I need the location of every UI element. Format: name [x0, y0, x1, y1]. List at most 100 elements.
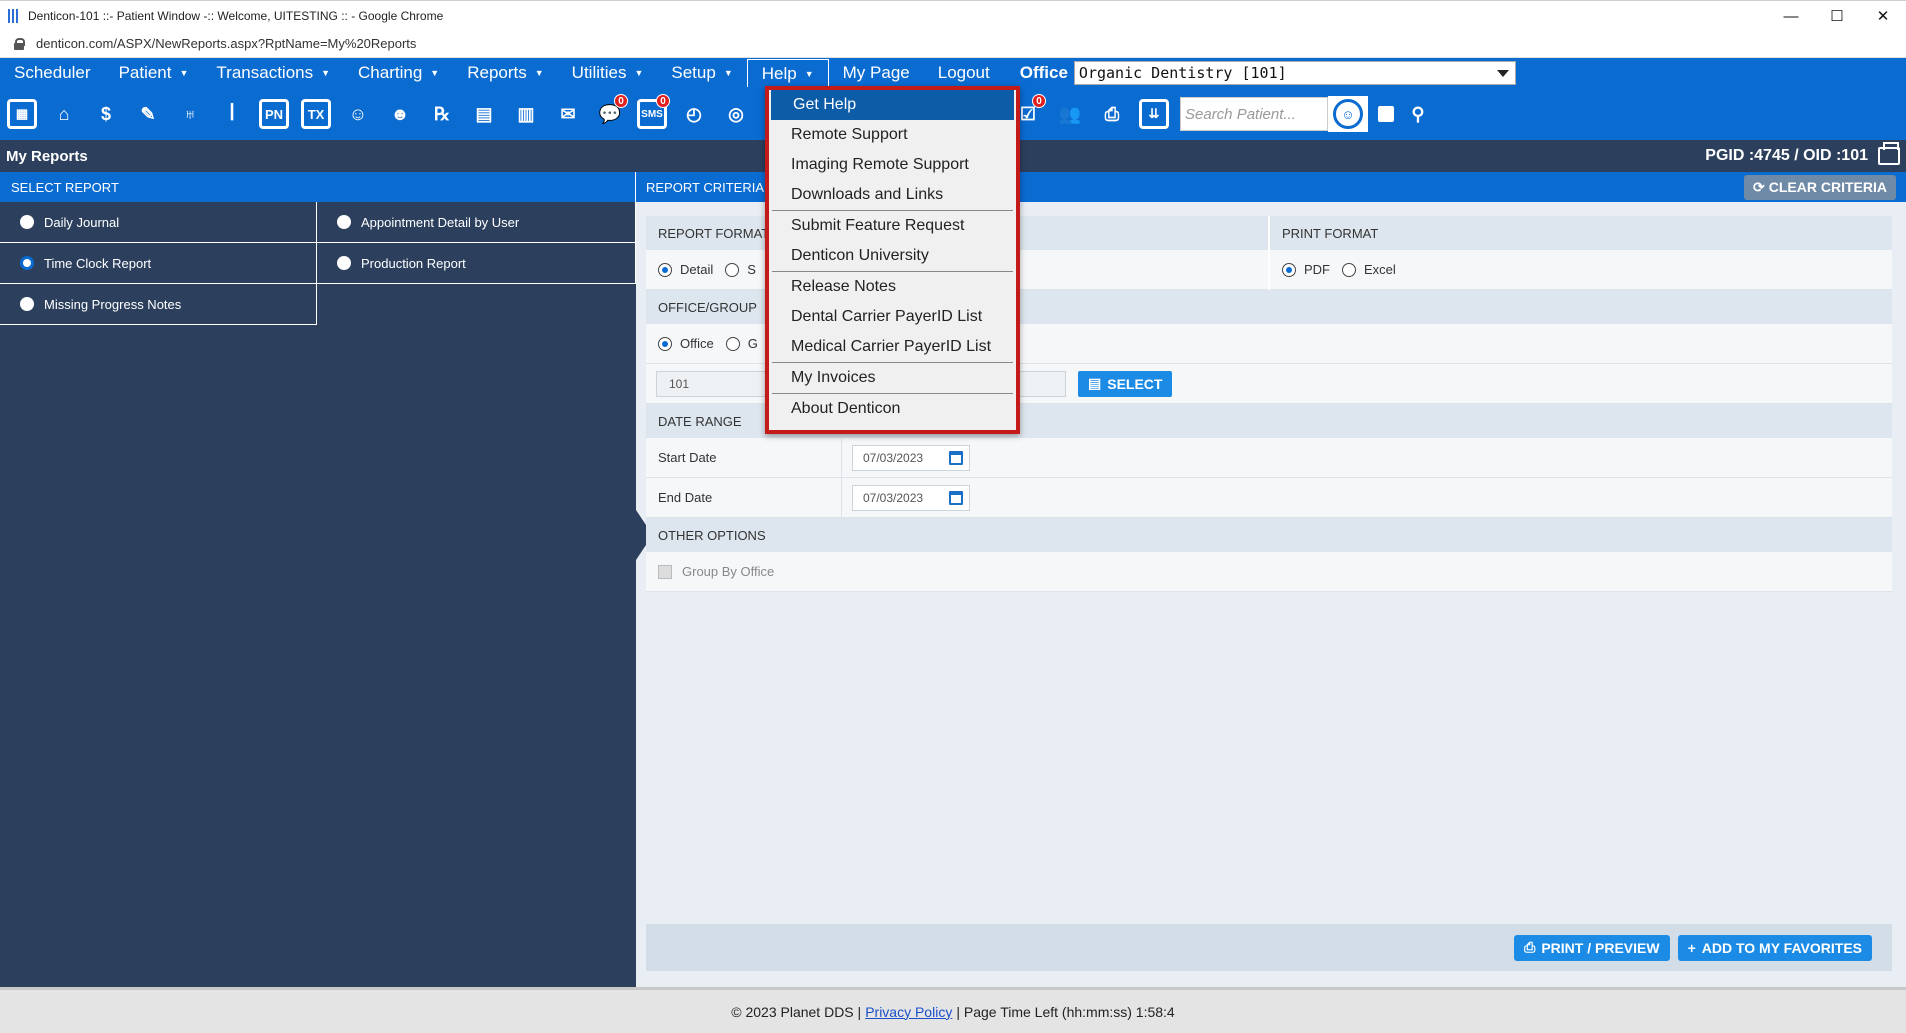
menu-item-medical-payer-list[interactable]: Medical Carrier PayerID List — [769, 332, 1016, 362]
other-options-header: OTHER OPTIONS — [646, 518, 1892, 552]
search-checkbox[interactable] — [1378, 106, 1394, 122]
menu-item-release-notes[interactable]: Release Notes — [769, 272, 1016, 302]
globe-icon[interactable]: ◎ — [718, 94, 754, 134]
radio-icon[interactable] — [1342, 262, 1356, 277]
menu-item-my-invoices[interactable]: My Invoices — [769, 363, 1016, 393]
sms-icon[interactable]: SMS 0 — [634, 94, 670, 134]
report-option-daily-journal[interactable]: Daily Journal — [0, 202, 317, 243]
report-option-time-clock[interactable]: Time Clock Report — [0, 243, 317, 284]
nav-logout[interactable]: Logout — [924, 58, 1004, 88]
select-button[interactable]: ▤ SELECT — [1078, 370, 1173, 397]
url-text[interactable]: denticon.com/ASPX/NewReports.aspx?RptNam… — [36, 36, 416, 51]
menu-item-downloads-links[interactable]: Downloads and Links — [769, 180, 1016, 210]
edit-icon[interactable]: ✎ — [130, 94, 166, 134]
print-excel-option[interactable]: Excel — [1342, 262, 1396, 277]
chat-icon[interactable]: 💬 0 — [592, 94, 628, 134]
calendar-icon[interactable] — [949, 450, 963, 465]
progress-notes-icon[interactable]: PN — [256, 94, 292, 134]
radio-checked-icon[interactable] — [1282, 262, 1296, 277]
radio-icon[interactable] — [725, 262, 740, 277]
group-option[interactable]: G — [725, 336, 758, 351]
nav-scheduler[interactable]: Scheduler — [0, 58, 105, 88]
page-title: My Reports — [6, 147, 88, 165]
nav-label: Transactions — [216, 63, 314, 82]
menu-item-denticon-university[interactable]: Denticon University — [769, 241, 1016, 271]
office-select[interactable]: Organic Dentistry [101] — [1073, 61, 1516, 85]
format-summary-option[interactable]: S — [725, 262, 756, 277]
format-detail-option[interactable]: Detail — [658, 262, 713, 277]
radio-checked-icon[interactable] — [658, 336, 672, 351]
menu-item-remote-support[interactable]: Remote Support — [769, 120, 1016, 150]
print-preview-button[interactable]: ⎙ PRINT / PREVIEW — [1514, 934, 1670, 961]
clear-criteria-button[interactable]: ⟳ CLEAR CRITERIA — [1744, 174, 1896, 200]
menu-item-get-help[interactable]: Get Help — [771, 90, 1014, 120]
notes-icon[interactable]: ▤ — [466, 94, 502, 134]
print-pdf-option[interactable]: PDF — [1282, 262, 1330, 277]
office-option-label: Office — [680, 336, 714, 351]
nav-help[interactable]: Help ▼ — [746, 59, 829, 87]
select-label: SELECT — [1107, 375, 1163, 392]
print-icon[interactable] — [1878, 142, 1900, 165]
radio-checked-icon[interactable] — [20, 256, 34, 270]
calendar-icon[interactable]: ▦ — [4, 94, 40, 134]
perio-icon[interactable]: ꟾ — [214, 94, 250, 134]
group-search-icon[interactable]: ⚲ — [1400, 94, 1436, 134]
office-label: Office — [1019, 63, 1068, 82]
add-patient-icon[interactable]: ☺ — [340, 94, 376, 134]
search-patient-input[interactable]: Search Patient... — [1180, 97, 1328, 131]
minimize-button[interactable]: — — [1768, 1, 1814, 31]
users-icon[interactable]: 👥 — [1052, 94, 1088, 134]
end-date-input[interactable]: 07/03/2023 — [852, 484, 970, 511]
radio-icon[interactable] — [337, 256, 351, 270]
menu-item-submit-feature[interactable]: Submit Feature Request — [769, 211, 1016, 241]
sms-badge: 0 — [656, 94, 670, 108]
clock-icon[interactable]: ◴ — [676, 94, 712, 134]
start-date-input[interactable]: 07/03/2023 — [852, 444, 970, 471]
calendar-icon[interactable] — [949, 490, 963, 505]
caret-down-icon: ▼ — [179, 68, 189, 78]
privacy-policy-link[interactable]: Privacy Policy — [865, 1004, 952, 1020]
group-by-office-checkbox[interactable] — [658, 564, 672, 579]
office-option[interactable]: Office — [658, 336, 714, 351]
radio-icon[interactable] — [20, 297, 34, 311]
nav-setup[interactable]: Setup ▼ — [657, 58, 746, 88]
radio-icon[interactable] — [725, 336, 740, 351]
caret-down-icon: ▼ — [534, 68, 544, 78]
office-select-value: Organic Dentistry [101] — [1078, 64, 1287, 82]
group-by-office-label: Group By Office — [682, 564, 775, 579]
home-icon[interactable]: ⌂ — [46, 94, 82, 134]
nav-patient[interactable]: Patient ▼ — [105, 58, 203, 88]
add-family-icon[interactable]: ☻ — [382, 94, 418, 134]
nav-transactions[interactable]: Transactions ▼ — [202, 58, 344, 88]
search-person-icon[interactable]: ☺ — [1328, 96, 1368, 132]
document-icon[interactable]: ▥ — [508, 94, 544, 134]
report-option-appointment-detail[interactable]: Appointment Detail by User — [317, 202, 636, 243]
menu-item-about[interactable]: About Denticon — [769, 394, 1016, 424]
rx-icon[interactable]: ℞ — [424, 94, 460, 134]
address-bar[interactable]: denticon.com/ASPX/NewReports.aspx?RptNam… — [0, 30, 1906, 58]
menu-item-imaging-remote-support[interactable]: Imaging Remote Support — [769, 150, 1016, 180]
radio-icon[interactable] — [20, 215, 34, 229]
report-option-production[interactable]: Production Report — [317, 243, 636, 284]
dollar-icon[interactable]: $ — [88, 94, 124, 134]
nav-charting[interactable]: Charting ▼ — [344, 58, 453, 88]
report-option-missing-progress-notes[interactable]: Missing Progress Notes — [0, 284, 317, 325]
report-label: Missing Progress Notes — [44, 296, 182, 312]
add-to-favorites-button[interactable]: + ADD TO MY FAVORITES — [1677, 934, 1872, 961]
nav-utilities[interactable]: Utilities ▼ — [558, 58, 658, 88]
page-time-left: | Page Time Left (hh:mm:ss) 1:58:4 — [956, 1003, 1175, 1020]
report-label: Time Clock Report — [44, 255, 152, 271]
nav-reports[interactable]: Reports ▼ — [453, 58, 557, 88]
maximize-button[interactable]: ☐ — [1814, 1, 1860, 31]
chevrons-down-icon[interactable]: ⇊ — [1136, 94, 1172, 134]
menu-item-dental-payer-list[interactable]: Dental Carrier PayerID List — [769, 302, 1016, 332]
mail-icon[interactable]: ✉ — [550, 94, 586, 134]
report-label: Daily Journal — [44, 214, 120, 230]
treatment-icon[interactable]: TX — [298, 94, 334, 134]
printer-toolbar-icon[interactable]: ⎙ — [1094, 94, 1130, 134]
nav-my-page[interactable]: My Page — [829, 58, 924, 88]
close-button[interactable]: ✕ — [1860, 1, 1906, 31]
tooth-icon[interactable]: ♅ — [172, 94, 208, 134]
radio-icon[interactable] — [337, 215, 351, 229]
radio-checked-icon[interactable] — [658, 262, 672, 277]
